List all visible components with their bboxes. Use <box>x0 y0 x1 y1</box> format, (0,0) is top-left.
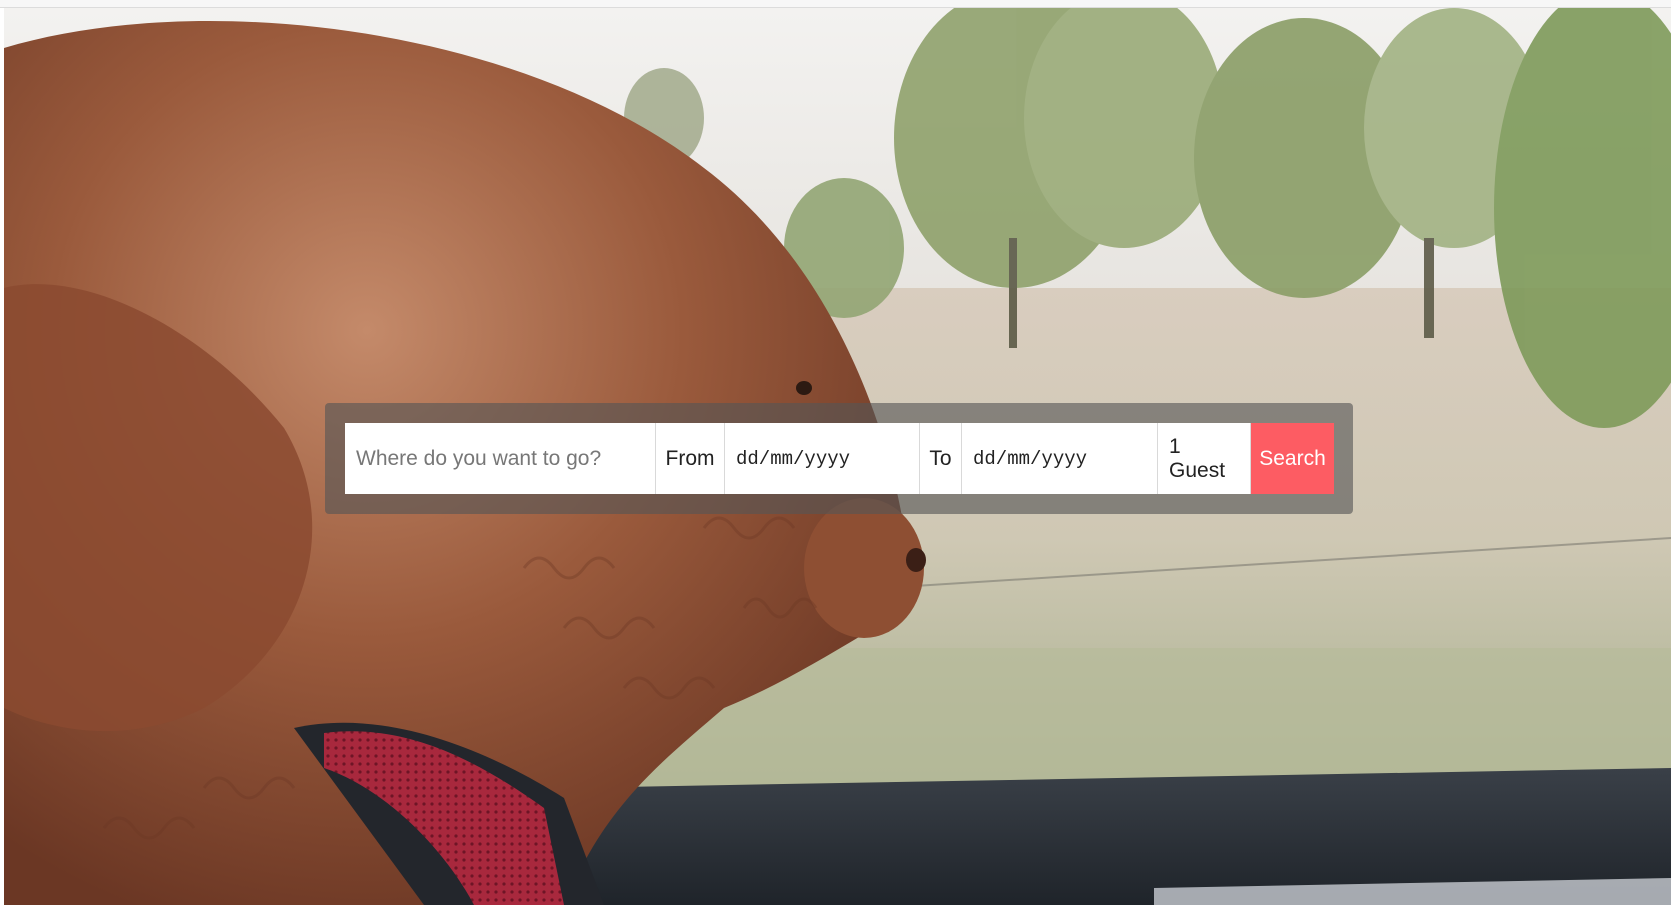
to-label: To <box>920 423 962 494</box>
window-right-edge <box>1671 0 1677 911</box>
from-label: From <box>656 423 725 494</box>
to-date-input[interactable]: dd/mm/yyyy <box>962 423 1158 494</box>
window-bottom-edge <box>0 905 1677 911</box>
search-form: From dd/mm/yyyy To dd/mm/yyyy 1 Guest Se… <box>345 423 1334 494</box>
search-button[interactable]: Search <box>1251 423 1334 494</box>
destination-field-wrapper <box>345 423 656 494</box>
guests-select[interactable]: 1 Guest <box>1158 423 1251 494</box>
destination-input[interactable] <box>356 446 644 471</box>
browser-top-strip <box>0 0 1677 8</box>
from-date-input[interactable]: dd/mm/yyyy <box>725 423 920 494</box>
search-panel: From dd/mm/yyyy To dd/mm/yyyy 1 Guest Se… <box>325 403 1353 514</box>
